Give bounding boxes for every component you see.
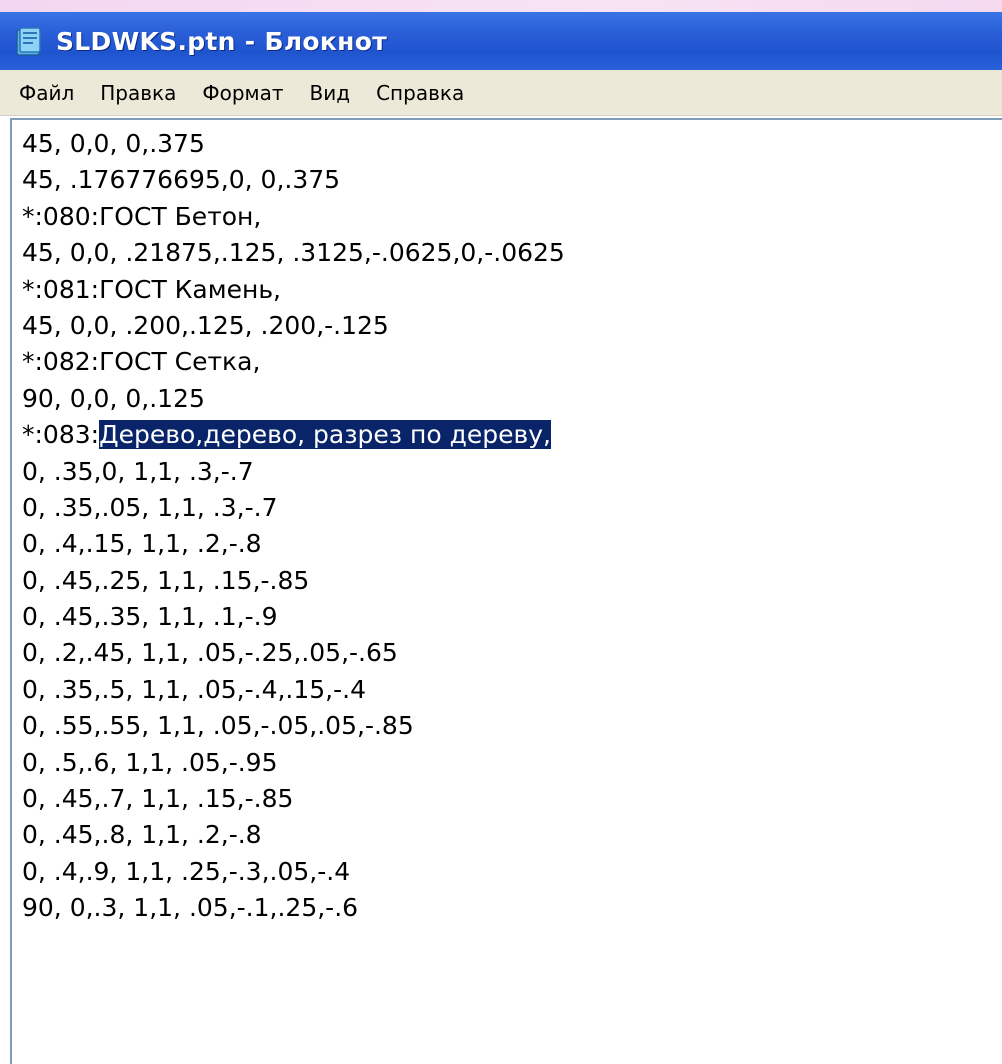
text-line: 0, .45,.7, 1,1, .15,-.85 <box>22 784 294 814</box>
menu-bar: Файл Правка Формат Вид Справка <box>0 70 1002 116</box>
text-line: 0, .55,.55, 1,1, .05,-.05,.05,-.85 <box>22 711 414 741</box>
notepad-icon <box>14 25 44 57</box>
text-line: 45, 0,0, 0,.375 <box>22 129 205 158</box>
text-line: *:081:ГОСТ Камень, <box>22 274 281 304</box>
text-line: 0, .45,.25, 1,1, .15,-.85 <box>22 565 310 595</box>
menu-help[interactable]: Справка <box>363 77 477 109</box>
text-line: 0, .5,.6, 1,1, .05,-.95 <box>22 747 278 777</box>
notepad-window: SLDWKS.ptn - Блокнот Файл Правка Формат … <box>0 12 1002 1064</box>
text-line: 45, 0,0, .200,.125, .200,-.125 <box>22 310 389 340</box>
text-line: 0, .4,.15, 1,1, .2,-.8 <box>22 529 262 559</box>
text-line: 45, 0,0, .21875,.125, .3125,-.0625,0,-.0… <box>22 238 565 268</box>
menu-view[interactable]: Вид <box>297 77 364 109</box>
text-line: 0, .45,.8, 1,1, .2,-.8 <box>22 820 262 850</box>
title-bar[interactable]: SLDWKS.ptn - Блокнот <box>0 12 1002 70</box>
text-line-selected: *:083:Дерево,дерево, разрез по дереву, <box>22 417 1002 453</box>
text-line: 0, .2,.45, 1,1, .05,-.25,.05,-.65 <box>22 638 398 668</box>
text-line: 0, .35,0, 1,1, .3,-.7 <box>22 456 254 486</box>
text-line: 0, .35,.05, 1,1, .3,-.7 <box>22 492 278 522</box>
menu-format[interactable]: Формат <box>189 77 296 109</box>
menu-edit[interactable]: Правка <box>87 77 189 109</box>
menu-file[interactable]: Файл <box>6 77 87 109</box>
window-title: SLDWKS.ptn - Блокнот <box>56 26 388 56</box>
background-strip <box>0 0 1002 12</box>
line-prefix: *:083: <box>22 420 100 450</box>
text-line: 90, 0,.3, 1,1, .05,-.1,.25,-.6 <box>22 893 359 923</box>
text-editor[interactable]: 45, 0,0, 0,.375 45, .176776695,0, 0,.375… <box>10 118 1002 1064</box>
text-line: *:080:ГОСТ Бетон, <box>22 201 262 231</box>
text-line: 0, .45,.35, 1,1, .1,-.9 <box>22 602 278 632</box>
text-line: 90, 0,0, 0,.125 <box>22 383 205 413</box>
text-line: *:082:ГОСТ Сетка, <box>22 347 261 377</box>
text-selection[interactable]: Дерево,дерево, разрез по дереву, <box>99 420 552 450</box>
text-line: 45, .176776695,0, 0,.375 <box>22 165 341 195</box>
text-line: 0, .35,.5, 1,1, .05,-.4,.15,-.4 <box>22 674 367 704</box>
text-line: 0, .4,.9, 1,1, .25,-.3,.05,-.4 <box>22 856 351 886</box>
